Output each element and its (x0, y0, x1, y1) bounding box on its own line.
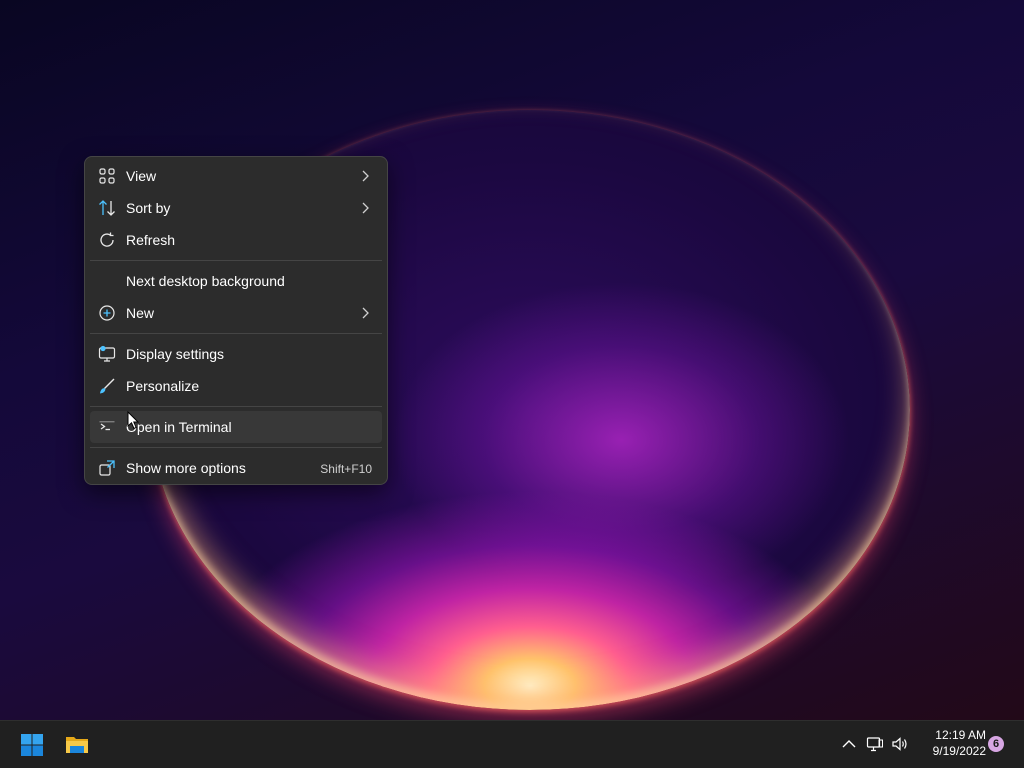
keyboard-shortcut: Shift+F10 (320, 462, 372, 476)
expand-icon (99, 460, 115, 476)
windows-logo-icon (21, 734, 43, 756)
menu-item-refresh[interactable]: Refresh (90, 224, 382, 256)
menu-item-view[interactable]: View (90, 160, 382, 192)
paintbrush-icon (100, 378, 115, 394)
menu-item-label: Refresh (126, 232, 176, 248)
sort-arrows-icon (99, 200, 115, 216)
menu-item-label: Sort by (126, 200, 171, 216)
menu-item-next-desktop-background[interactable]: Next desktop background (90, 265, 382, 297)
taskbar-file-explorer[interactable] (57, 725, 97, 765)
taskbar: 12:19 AM 9/19/2022 (0, 720, 1024, 768)
menu-item-label: Display settings (126, 346, 225, 362)
menu-item-label: Open in Terminal (126, 419, 232, 435)
menu-item-label: Show more options (126, 460, 246, 476)
terminal-icon (99, 420, 115, 434)
menu-separator (90, 447, 382, 448)
volume-icon[interactable] (891, 735, 909, 753)
menu-item-label: Personalize (126, 378, 200, 394)
menu-separator (90, 406, 382, 407)
menu-separator (90, 260, 382, 261)
view-grid-icon (99, 168, 115, 184)
refresh-icon (100, 232, 114, 247)
menu-item-label: New (126, 305, 155, 321)
display-icon (98, 345, 116, 362)
chevron-right-icon (362, 170, 369, 182)
clock-date: 9/19/2022 (932, 744, 986, 758)
clock-time: 12:19 AM (935, 728, 986, 742)
menu-item-label: Next desktop background (126, 273, 285, 289)
notification-badge[interactable]: 6 (988, 736, 1004, 752)
network-icon[interactable] (866, 735, 884, 753)
desktop-context-menu: View Sort by Refresh Next desktop backgr… (84, 156, 388, 485)
menu-item-display-settings[interactable]: Display settings (90, 338, 382, 370)
menu-item-new[interactable]: New (90, 297, 382, 329)
folder-icon (66, 737, 88, 753)
menu-item-show-more-options[interactable]: Show more options Shift+F10 (90, 452, 382, 484)
taskbar-clock[interactable]: 12:19 AM 9/19/2022 (912, 727, 986, 763)
chevron-right-icon (362, 202, 369, 214)
chevron-right-icon (362, 307, 369, 319)
menu-separator (90, 333, 382, 334)
menu-item-label: View (126, 168, 157, 184)
chevron-up-icon[interactable] (840, 735, 858, 753)
menu-item-personalize[interactable]: Personalize (90, 370, 382, 402)
mouse-pointer-icon (127, 411, 139, 430)
plus-circle-icon (99, 305, 115, 321)
menu-item-sort-by[interactable]: Sort by (90, 192, 382, 224)
start-button[interactable] (12, 725, 52, 765)
